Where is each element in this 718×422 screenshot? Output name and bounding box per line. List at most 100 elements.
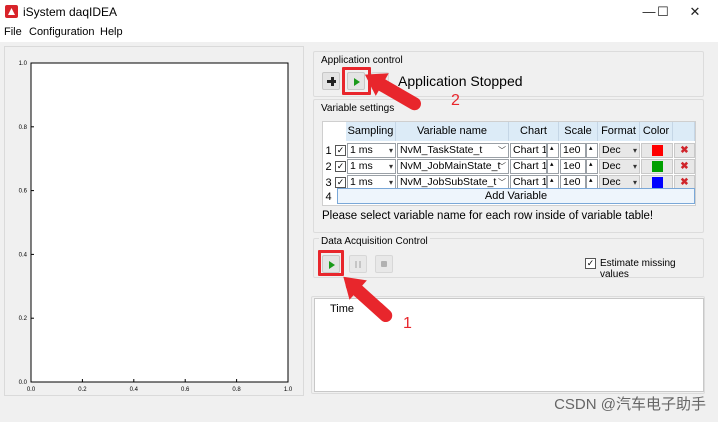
format-value: Dec [602, 160, 621, 172]
row-enable-checkbox[interactable]: ✓ [335, 145, 346, 156]
close-button[interactable]: ✕ [672, 0, 718, 24]
sampling-select[interactable]: 1 ms ▾ [347, 159, 396, 174]
variable-name-select[interactable]: NvM_TaskState_t ﹀ [397, 143, 509, 158]
x-tick-label: 0.4 [130, 387, 139, 393]
row-number: 2 [325, 161, 332, 173]
empty-plot: 1.0 0.8 0.6 0.4 0.2 0.0 0.0 0.2 0.4 0.6 0.8 1.0 [19, 61, 293, 393]
spinner-arrows-icon: ▴▾ [589, 145, 593, 152]
y-tick-label: 0.6 [19, 189, 28, 195]
delete-row-icon[interactable]: ✖ [678, 160, 691, 173]
variable-table: Sampling Variable name Chart Scale Forma… [322, 121, 696, 206]
variable-name-value: NvM_JobSubState_t [400, 176, 497, 188]
header-color[interactable]: Color [640, 122, 673, 141]
scale-value: 1e0 [563, 176, 581, 188]
scale-spinner[interactable]: ▴▾ [586, 143, 598, 158]
delete-cell: ✖ [674, 143, 695, 158]
header-chart[interactable]: Chart [509, 122, 559, 141]
chevron-down-icon: ▾ [632, 162, 637, 171]
menu-configuration[interactable]: Configuration [29, 26, 94, 38]
chart-spinner[interactable]: ▴▾ [547, 159, 559, 174]
x-tick-label: 1.0 [284, 387, 293, 393]
highlight-box-daq [318, 250, 344, 276]
scale-spinner[interactable]: ▴▾ [586, 159, 598, 174]
estimate-missing-checkbox[interactable]: ✓ [585, 258, 596, 269]
menu-help[interactable]: Help [100, 26, 123, 38]
chevron-down-icon: ﹀ [498, 146, 506, 155]
color-swatch[interactable] [652, 161, 663, 172]
row-number: 4 [325, 191, 332, 203]
x-tick-label: 0.2 [78, 387, 87, 393]
daq-stop-button[interactable] [375, 255, 393, 273]
color-cell[interactable] [641, 159, 673, 174]
delete-row-icon[interactable]: ✖ [678, 144, 691, 157]
daq-control-group: Data Acquisition Control ✓ Estimate miss… [313, 236, 704, 280]
sampling-select[interactable]: 1 ms ▾ [347, 143, 396, 158]
chart-panel: 1.0 0.8 0.6 0.4 0.2 0.0 0.0 0.2 0.4 0.6 0.8 1.0 [4, 46, 304, 396]
scale-value: 1e0 [563, 144, 581, 156]
chevron-down-icon: ▾ [632, 146, 637, 155]
x-tick-label: 0.6 [181, 387, 190, 393]
chart-select[interactable]: Chart 1 [510, 159, 547, 174]
scale-select[interactable]: 1e0 [560, 143, 586, 158]
plot-area [30, 62, 289, 383]
time-header: Time [330, 303, 355, 315]
color-cell[interactable] [641, 143, 673, 158]
variable-name-value: NvM_JobMainState_t [400, 160, 501, 172]
variable-name-select[interactable]: NvM_JobMainState_t ﹀ [397, 159, 509, 174]
daq-control-title: Data Acquisition Control [319, 236, 430, 247]
row-enable-checkbox[interactable]: ✓ [335, 177, 346, 188]
row-number: 1 [325, 145, 332, 157]
application-control-title: Application control [319, 55, 405, 66]
menu-file[interactable]: File [4, 26, 22, 38]
chart-value: Chart 1 [513, 176, 547, 188]
chart-value: Chart 1 [513, 160, 547, 172]
y-tick-label: 0.0 [19, 380, 28, 386]
app-status-text: Application Stopped [398, 73, 523, 89]
y-tick-label: 0.2 [19, 316, 28, 322]
format-select[interactable]: Dec ▾ [599, 159, 640, 174]
estimate-missing-label: Estimate missing values [600, 258, 676, 280]
color-swatch[interactable] [652, 145, 663, 156]
format-value: Dec [602, 176, 621, 188]
color-swatch[interactable] [652, 177, 663, 188]
format-select[interactable]: Dec ▾ [599, 143, 640, 158]
row-number: 3 [325, 177, 332, 189]
header-format[interactable]: Format [598, 122, 640, 141]
chart-select[interactable]: Chart 1 [510, 143, 547, 158]
sampling-value: 1 ms [350, 144, 373, 156]
app-icon [5, 5, 18, 18]
app-window: iSystem daqIDEA — ☐ ✕ File Configuration… [0, 0, 718, 422]
watermark: CSDN @汽车电子助手 [554, 396, 706, 413]
annotation-label-2: 2 [451, 92, 460, 109]
y-tick-label: 0.4 [19, 252, 28, 258]
hint-text: Please select variable name for each row… [322, 210, 654, 222]
format-value: Dec [602, 144, 621, 156]
spinner-arrows-icon: ▴▾ [550, 161, 554, 168]
delete-cell: ✖ [674, 159, 695, 174]
chart-spinner[interactable]: ▴▾ [547, 143, 559, 158]
variable-name-value: NvM_TaskState_t [400, 144, 483, 156]
header-variable-name[interactable]: Variable name [396, 122, 509, 141]
chevron-down-icon: ▾ [388, 162, 393, 171]
scale-value: 1e0 [563, 160, 581, 172]
spinner-arrows-icon: ▴▾ [589, 161, 593, 168]
title-bar: iSystem daqIDEA — ☐ ✕ [0, 0, 718, 24]
x-tick-label: 0.8 [232, 387, 241, 393]
download-button[interactable] [322, 72, 340, 90]
y-tick-label: 0.8 [19, 125, 28, 131]
header-scale[interactable]: Scale [559, 122, 598, 141]
menu-bar: File Configuration Help [0, 24, 718, 42]
header-sampling[interactable]: Sampling [346, 122, 396, 141]
chevron-down-icon: ▾ [388, 146, 393, 155]
scale-select[interactable]: 1e0 [560, 159, 586, 174]
header-blank [673, 122, 695, 141]
window-title: iSystem daqIDEA [23, 5, 118, 19]
variable-settings-title: Variable settings [319, 103, 397, 114]
row-enable-checkbox[interactable]: ✓ [335, 161, 346, 172]
add-variable-button[interactable]: Add Variable [337, 188, 695, 204]
x-tick-label: 0.0 [27, 387, 36, 393]
y-tick-label: 1.0 [19, 61, 28, 67]
sampling-value: 1 ms [350, 176, 373, 188]
chevron-down-icon: ﹀ [498, 162, 506, 171]
annotation-label-1: 1 [403, 315, 412, 332]
